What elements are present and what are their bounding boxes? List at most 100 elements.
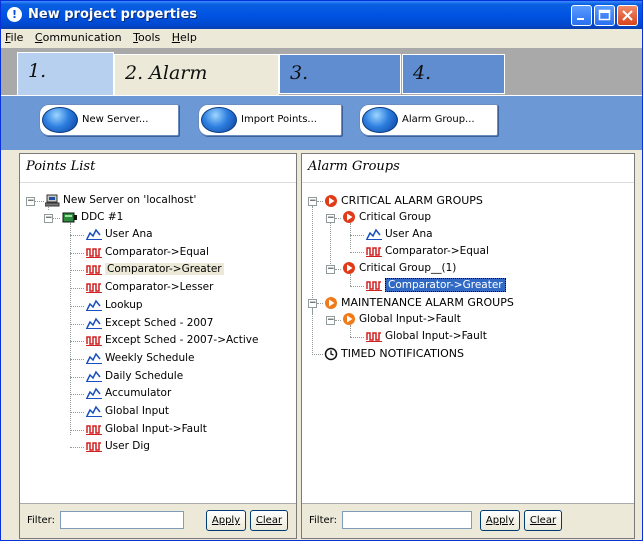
alarm-item[interactable]: Comparator->Equal xyxy=(366,243,489,260)
points-apply-button[interactable]: Apply xyxy=(206,510,246,531)
point-label: Comparator->Lesser xyxy=(105,281,214,294)
analog-point-icon xyxy=(86,405,102,417)
critical-group-label: Critical Group xyxy=(359,211,432,223)
menu-bar: File Communication Tools Help xyxy=(1,29,642,47)
toolbar: New Server... Import Points... Alarm Gro… xyxy=(1,95,642,150)
tree-node-device[interactable]: DDC #1 xyxy=(62,209,123,226)
app-icon: ! xyxy=(7,7,22,22)
alarm-group-icon xyxy=(343,313,355,325)
tree-node-critical-group-1[interactable]: Critical Group__(1) xyxy=(342,260,456,277)
collapse-toggle[interactable]: − xyxy=(308,299,317,308)
collapse-toggle[interactable]: − xyxy=(44,214,53,223)
new-server-label: New Server... xyxy=(82,114,149,125)
collapse-toggle[interactable]: − xyxy=(326,214,335,223)
points-clear-button[interactable]: Clear xyxy=(250,510,288,531)
maintenance-groups-label: MAINTENANCE ALARM GROUPS xyxy=(341,296,514,309)
alarm-item-selected[interactable]: Comparator->Greater xyxy=(366,277,506,294)
tab-strip: 1. Project 2. Alarm Groups 3. Messages 4… xyxy=(1,48,642,120)
point-list-item[interactable]: Accumulator xyxy=(86,385,171,402)
point-list-item[interactable]: User Dig xyxy=(86,438,150,455)
digital-point-icon xyxy=(86,442,102,453)
analog-point-icon xyxy=(86,317,102,329)
tree-node-maintenance-groups[interactable]: MAINTENANCE ALARM GROUPS xyxy=(324,294,514,311)
alarm-item-label: User Ana xyxy=(385,228,433,240)
critical-group-1-label: Critical Group__(1) xyxy=(359,262,457,274)
point-list-item[interactable]: Comparator->Greater xyxy=(86,261,224,278)
alarm-groups-title: Alarm Groups xyxy=(302,154,634,183)
points-filter-bar: Filter: Apply Clear xyxy=(20,503,296,538)
digital-point-icon xyxy=(366,332,382,342)
alarm-filter-input[interactable] xyxy=(342,511,472,529)
button-orb-icon xyxy=(42,107,78,133)
alarm-item-label: Comparator->Equal xyxy=(385,245,489,257)
filter-label: Filter: xyxy=(309,515,337,526)
tree-node-server[interactable]: New Server on 'localhost' xyxy=(45,192,196,209)
analog-point-icon xyxy=(86,387,102,400)
collapse-toggle[interactable]: − xyxy=(326,316,335,325)
tab-project[interactable]: 1. Project xyxy=(17,52,114,118)
point-list-item[interactable]: Except Sched - 2007->Active xyxy=(86,332,259,349)
digital-point-icon xyxy=(366,281,382,291)
tab-alarm-groups[interactable]: 2. Alarm Groups xyxy=(114,54,279,120)
collapse-toggle[interactable]: − xyxy=(26,197,35,206)
point-list-item[interactable]: Weekly Schedule xyxy=(86,350,195,367)
tree-node-critical-groups[interactable]: CRITICAL ALARM GROUPS xyxy=(324,192,483,209)
import-points-button[interactable]: Import Points... xyxy=(198,104,342,136)
point-label: Except Sched - 2007 xyxy=(105,316,214,329)
analog-point-icon xyxy=(86,352,102,364)
alarm-group-button[interactable]: Alarm Group... xyxy=(359,104,498,136)
title-bar[interactable]: ! New project properties xyxy=(1,1,642,29)
minimize-icon xyxy=(577,18,584,20)
point-list-item[interactable]: Global Input xyxy=(86,403,169,420)
close-button[interactable] xyxy=(617,5,638,26)
point-list-item[interactable]: Daily Schedule xyxy=(86,368,183,385)
alarm-apply-button[interactable]: Apply xyxy=(480,510,520,531)
analog-point-icon xyxy=(366,228,382,240)
menu-tools[interactable]: Tools xyxy=(129,29,164,44)
menu-file[interactable]: File xyxy=(1,29,27,44)
point-label: User Dig xyxy=(105,440,150,453)
new-server-button[interactable]: New Server... xyxy=(39,104,179,136)
maximize-button[interactable] xyxy=(594,5,615,26)
point-label: Comparator->Greater xyxy=(105,263,224,276)
device-label: DDC #1 xyxy=(81,211,124,223)
collapse-toggle[interactable]: − xyxy=(308,197,317,206)
point-list-item[interactable]: Lookup xyxy=(86,297,143,314)
tree-node-critical-group[interactable]: Critical Group xyxy=(342,209,431,226)
point-list-item[interactable]: Global Input->Fault xyxy=(86,421,207,438)
alarm-clear-button[interactable]: Clear xyxy=(524,510,562,531)
analog-point-icon xyxy=(86,370,102,382)
timed-notifications-label: TIMED NOTIFICATIONS xyxy=(341,347,464,360)
server-label: New Server on 'localhost' xyxy=(63,194,197,206)
point-label: Accumulator xyxy=(105,387,172,400)
points-filter-input[interactable] xyxy=(60,511,184,529)
tree-node-timed-notifications[interactable]: TIMED NOTIFICATIONS xyxy=(324,345,464,362)
alarm-group-icon xyxy=(343,211,355,223)
alarm-group-label: Alarm Group... xyxy=(402,114,475,125)
filter-label: Filter: xyxy=(27,515,55,526)
point-list-item[interactable]: User Ana xyxy=(86,226,153,243)
alarm-item[interactable]: Global Input->Fault xyxy=(366,328,487,345)
point-list-item[interactable]: Except Sched - 2007 xyxy=(86,315,213,332)
point-list-item[interactable]: Comparator->Lesser xyxy=(86,279,213,296)
point-label: Weekly Schedule xyxy=(105,351,195,364)
minimize-button[interactable] xyxy=(571,5,592,26)
menu-communication[interactable]: Communication xyxy=(31,29,126,44)
window-title: New project properties xyxy=(28,7,198,22)
collapse-toggle[interactable]: − xyxy=(326,265,335,274)
clear-label: Clear xyxy=(255,515,283,526)
point-label: Except Sched - 2007->Active xyxy=(105,334,259,347)
alarm-item[interactable]: User Ana xyxy=(366,226,433,243)
device-icon xyxy=(62,212,77,222)
clock-icon xyxy=(324,347,338,361)
alarm-item-label: Comparator->Greater xyxy=(385,278,506,292)
digital-point-icon xyxy=(86,283,102,294)
menu-help[interactable]: Help xyxy=(168,29,201,44)
tree-node-global-input[interactable]: Global Input->Fault xyxy=(342,311,461,328)
alarm-group-icon xyxy=(325,195,337,207)
point-list-item[interactable]: Comparator->Equal xyxy=(86,244,209,261)
tab-sending[interactable]: 4. Sending xyxy=(402,54,505,120)
point-label: Daily Schedule xyxy=(105,369,184,382)
digital-point-icon xyxy=(86,336,102,347)
tab-messages[interactable]: 3. Messages xyxy=(279,54,401,120)
